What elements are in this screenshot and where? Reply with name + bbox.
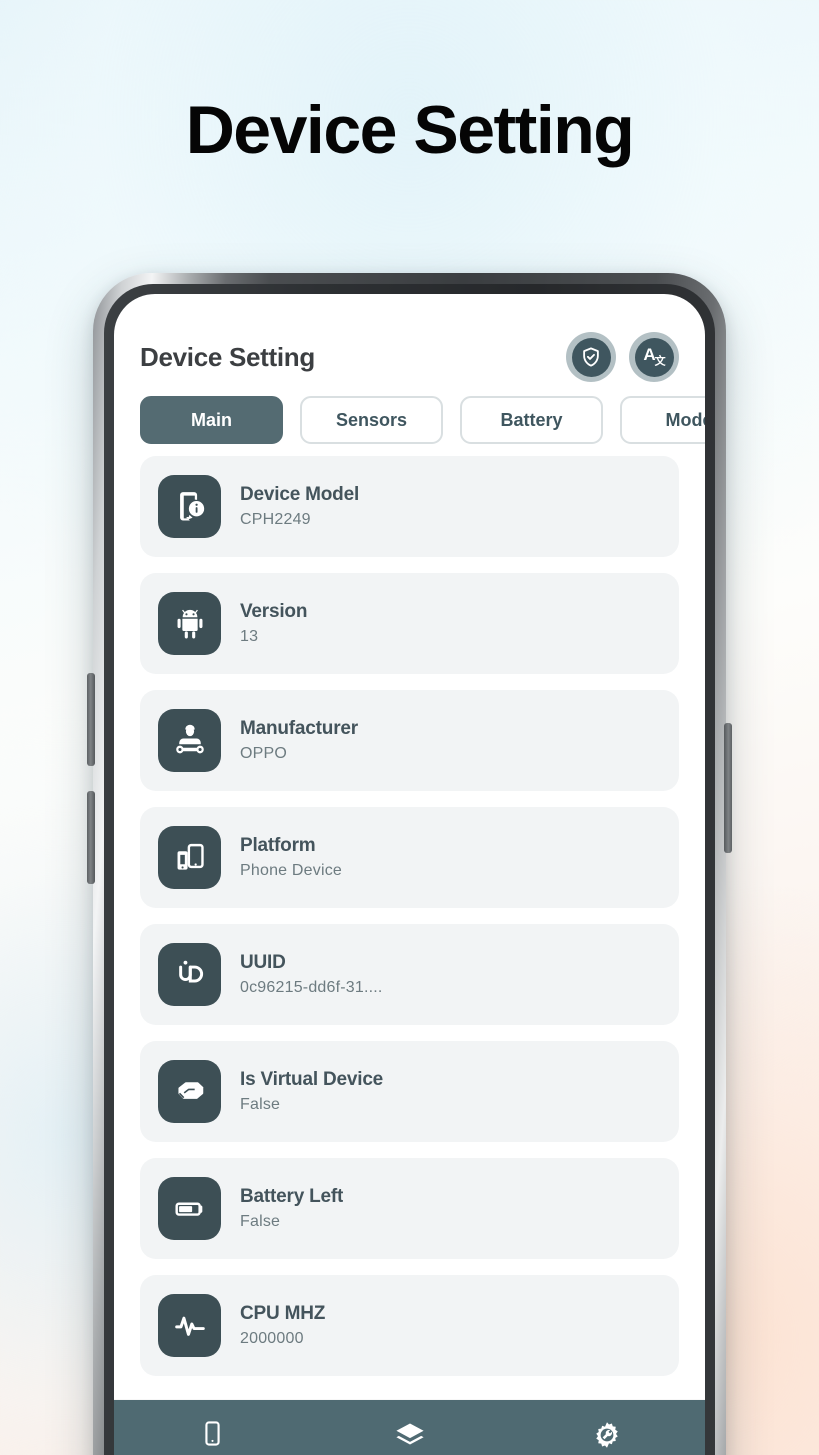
list-item[interactable]: Device Model CPH2249 — [140, 456, 679, 557]
list-item[interactable]: Battery Left False — [140, 1158, 679, 1259]
list-item-text: Manufacturer OPPO — [240, 718, 358, 763]
vr-headset-icon — [158, 1060, 221, 1123]
list-item-text: Is Virtual Device False — [240, 1069, 383, 1114]
tab-bar: Main Sensors Battery Model — [114, 386, 705, 444]
list-item-label: Version — [240, 601, 308, 622]
list-item-label: Battery Left — [240, 1186, 344, 1207]
battery-icon — [158, 1177, 221, 1240]
list-item-value: Phone Device — [240, 862, 343, 879]
cpu-pulse-icon — [158, 1294, 221, 1357]
translate-icon: A文 — [634, 337, 674, 377]
bottom-navigation: Device Info — [114, 1400, 705, 1455]
list-item-label: Platform — [240, 835, 316, 856]
page-title: Device Setting — [185, 92, 635, 168]
translate-button[interactable]: A文 — [629, 332, 679, 382]
list-item[interactable]: Platform Phone Device — [140, 807, 679, 908]
phone-icon — [199, 1420, 226, 1452]
uuid-icon — [158, 943, 221, 1006]
platform-icon — [158, 826, 221, 889]
shield-check-icon — [571, 337, 611, 377]
list-item-value: OPPO — [240, 745, 288, 762]
android-icon — [158, 592, 221, 655]
gear-wrench-icon — [592, 1420, 622, 1455]
list-item-value: 13 — [240, 628, 259, 645]
list-item-text: Device Model CPH2249 — [240, 484, 359, 529]
list-item-label: Device Model — [240, 484, 360, 505]
tab-model[interactable]: Model — [620, 396, 705, 444]
volume-down-button[interactable] — [87, 791, 95, 884]
list-item-label: Manufacturer — [240, 718, 358, 739]
list-item-label: UUID — [240, 952, 286, 973]
list-item-text: CPU MHZ 2000000 — [240, 1303, 325, 1348]
volume-up-button[interactable] — [87, 673, 95, 766]
tab-sensors[interactable]: Sensors — [300, 396, 443, 444]
app-header: Device Setting A文 — [114, 294, 705, 386]
power-button[interactable] — [724, 723, 732, 853]
manufacturer-icon — [158, 709, 221, 772]
list-item-text: Battery Left False — [240, 1186, 343, 1231]
layers-icon — [394, 1420, 426, 1455]
list-item-value: 2000000 — [240, 1330, 304, 1347]
list-item-label: Is Virtual Device — [240, 1069, 384, 1090]
list-item-value: False — [240, 1213, 281, 1230]
list-item[interactable]: Is Virtual Device False — [140, 1041, 679, 1142]
list-item-text: Version 13 — [240, 601, 307, 646]
nav-item-device-info[interactable]: Device Info — [114, 1420, 311, 1455]
phone-mockup: Device Setting A文 Main Sensors Battery M… — [87, 273, 732, 1455]
tab-main[interactable]: Main — [140, 396, 283, 444]
nav-item-settings[interactable] — [508, 1420, 705, 1455]
list-item-label: CPU MHZ — [240, 1303, 326, 1324]
tab-battery[interactable]: Battery — [460, 396, 603, 444]
security-button[interactable] — [566, 332, 616, 382]
app-title: Device Setting — [140, 341, 315, 372]
list-item-value: False — [240, 1096, 281, 1113]
list-item[interactable]: Version 13 — [140, 573, 679, 674]
list-item-value: CPH2249 — [240, 511, 311, 528]
list-item-text: UUID 0c96215-dd6f-31.... — [240, 952, 383, 997]
list-item[interactable]: Manufacturer OPPO — [140, 690, 679, 791]
device-model-icon — [158, 475, 221, 538]
header-actions: A文 — [566, 332, 679, 382]
list-item[interactable]: UUID 0c96215-dd6f-31.... — [140, 924, 679, 1025]
list-item[interactable]: CPU MHZ 2000000 — [140, 1275, 679, 1376]
device-info-list: Device Model CPH2249 Version 13 Manufact… — [114, 444, 705, 1376]
list-item-value: 0c96215-dd6f-31.... — [240, 979, 383, 996]
nav-item-layers[interactable] — [311, 1420, 508, 1455]
list-item-text: Platform Phone Device — [240, 835, 342, 880]
phone-screen: Device Setting A文 Main Sensors Battery M… — [114, 294, 705, 1455]
